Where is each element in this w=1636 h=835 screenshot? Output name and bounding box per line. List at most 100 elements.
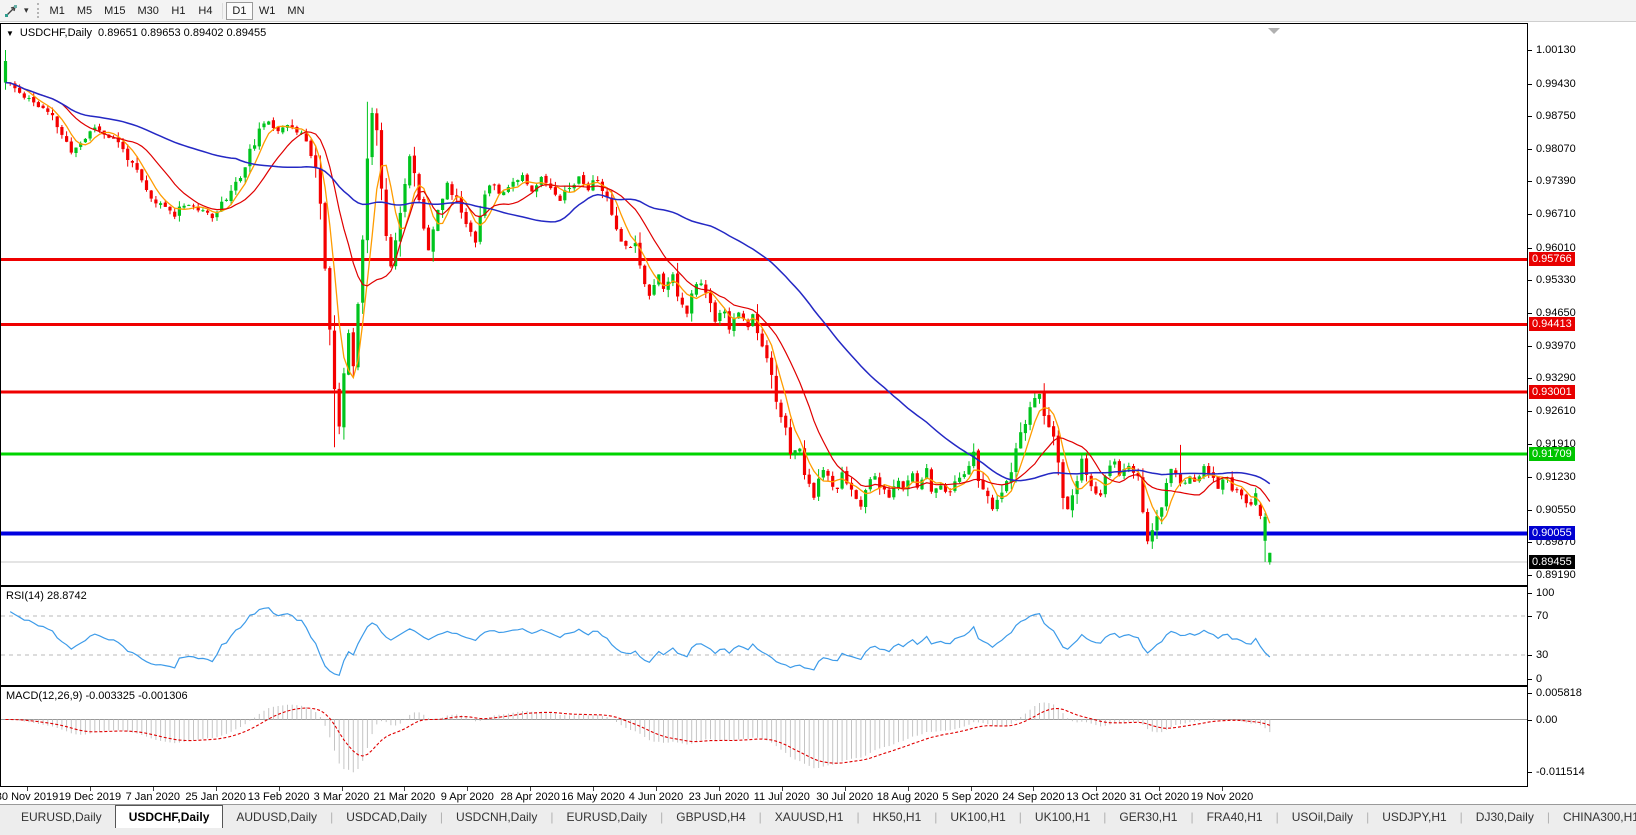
chart-tab-USDCAD-Daily[interactable]: USDCAD,Daily — [333, 805, 440, 828]
macd-canvas[interactable] — [1, 687, 1527, 786]
candle-body — [1155, 516, 1158, 530]
timeframe-button-D1[interactable]: D1 — [226, 2, 253, 20]
candle-body — [714, 302, 717, 321]
candle-body — [1268, 553, 1271, 562]
crosshair-tool-icon[interactable] — [4, 3, 19, 18]
candle-body — [46, 108, 49, 112]
rsi-0-tick — [1528, 679, 1532, 680]
chart-tab-HK50-H1[interactable]: HK50,H1 — [860, 805, 935, 828]
date-label-31-Oct-2020: 31 Oct 2020 — [1129, 791, 1189, 803]
candle-body — [512, 182, 515, 187]
candle-body — [98, 126, 101, 130]
chart-tab-EURUSD-Daily[interactable]: EURUSD,Daily — [8, 805, 115, 828]
candle-body — [1108, 466, 1111, 476]
timeframe-button-H4[interactable]: H4 — [192, 2, 219, 20]
chart-tab-EURUSD-Daily[interactable]: EURUSD,Daily — [553, 805, 660, 828]
candle-body — [610, 198, 613, 215]
timeframe-button-M15[interactable]: M15 — [98, 2, 131, 20]
candle-body — [89, 131, 92, 138]
chart-tab-GBPUSD-H4[interactable]: GBPUSD,H4 — [663, 805, 758, 828]
candle-body — [1170, 469, 1173, 483]
timeframe-button-M30[interactable]: M30 — [132, 2, 165, 20]
chart-tab-AUDUSD-Daily[interactable]: AUDUSD,Daily — [223, 805, 330, 828]
candle-body — [935, 488, 938, 492]
price-0.97390-tick — [1528, 181, 1532, 182]
rsi-100-tick — [1528, 593, 1532, 594]
candle-body — [1038, 394, 1041, 399]
chart-tool-group[interactable]: ▾ — [2, 3, 34, 18]
chart-tab-USDCNH-Daily[interactable]: USDCNH,Daily — [443, 805, 550, 828]
candle-body — [963, 474, 966, 477]
macd-indicator-panel[interactable]: MACD(12,26,9) -0.003325 -0.001306 — [0, 686, 1528, 787]
candle-body — [977, 451, 980, 482]
candle-body — [1071, 495, 1074, 510]
chart-tab-USDCHF-Daily[interactable]: USDCHF,Daily — [115, 805, 224, 828]
candle-body — [1165, 483, 1168, 506]
chart-tab-FRA40-H1[interactable]: FRA40,H1 — [1194, 805, 1276, 828]
candle-body — [822, 470, 825, 478]
date-axis[interactable]: 30 Nov 201919 Dec 20197 Jan 202025 Jan 2… — [0, 787, 1636, 804]
collapse-arrow-icon[interactable]: ▼ — [6, 29, 14, 38]
candle-body — [620, 229, 623, 242]
candle-body — [1024, 424, 1027, 433]
timeframe-button-W1[interactable]: W1 — [253, 2, 282, 20]
chart-tab-USDJPY-H1[interactable]: USDJPY,H1 — [1369, 805, 1459, 828]
main-chart-panel[interactable]: ▼ USDCHF,Daily 0.89651 0.89653 0.89402 0… — [0, 23, 1528, 586]
candle-body — [709, 293, 712, 303]
chart-tab-GER30-H1[interactable]: GER30,H1 — [1106, 805, 1190, 828]
candle-body — [140, 169, 143, 180]
candle-body — [51, 113, 54, 115]
candle-body — [380, 130, 383, 189]
timeframe-button-M1[interactable]: M1 — [44, 2, 71, 20]
rsi-scale-label: 30 — [1536, 649, 1548, 661]
price-tick-label: 0.95330 — [1536, 274, 1576, 286]
price-level-label-0.90055: 0.90055 — [1529, 526, 1575, 540]
candle-body — [408, 156, 411, 185]
candle-body — [986, 491, 989, 496]
candle-body — [469, 223, 472, 232]
chart-tab-UK100-H1[interactable]: UK100,H1 — [1022, 805, 1103, 828]
candle-body — [497, 185, 500, 194]
rsi-indicator-panel[interactable]: RSI(14) 28.8742 — [0, 586, 1528, 686]
chart-tab-USOil-Daily[interactable]: USOil,Daily — [1279, 805, 1366, 828]
candle-body — [859, 500, 862, 507]
price-chart-canvas[interactable] — [1, 24, 1527, 585]
candle-body — [1240, 490, 1243, 496]
rsi-line — [10, 608, 1270, 676]
candle-body — [1057, 436, 1060, 463]
candle-body — [131, 161, 134, 163]
rsi-canvas[interactable] — [1, 587, 1527, 685]
date-label-23-Jun-2020: 23 Jun 2020 — [689, 791, 750, 803]
chart-tab-DJ30-Daily[interactable]: DJ30,Daily — [1463, 805, 1547, 828]
price-0.98750-tick — [1528, 116, 1532, 117]
price-tick-label: 0.90550 — [1536, 504, 1576, 516]
timeframe-button-M5[interactable]: M5 — [71, 2, 98, 20]
horizontal-level-lines[interactable] — [1, 259, 1527, 562]
chart-tab-XAUUSD-H1[interactable]: XAUUSD,H1 — [762, 805, 857, 828]
candle-body — [1005, 481, 1008, 491]
candle-body — [559, 196, 562, 201]
candle-body — [1259, 505, 1262, 516]
candle-body — [168, 207, 171, 211]
chevron-down-icon[interactable]: ▾ — [21, 5, 32, 16]
timeframe-button-MN[interactable]: MN — [281, 2, 310, 20]
candle-body — [305, 133, 308, 141]
candle-body — [1235, 489, 1238, 490]
candle-body — [897, 481, 900, 488]
candle-body — [779, 403, 782, 417]
candle-body — [502, 192, 505, 195]
chart-tab-CHINA300-H1[interactable]: CHINA300,H1 — [1550, 805, 1636, 828]
candle-body — [718, 313, 721, 321]
macd-label: MACD(12,26,9) -0.003325 -0.001306 — [6, 690, 188, 702]
candle-body — [413, 156, 416, 174]
toolbar-grip[interactable] — [37, 3, 39, 18]
candle-body — [982, 480, 985, 489]
candle-body — [281, 128, 284, 133]
candle-body — [403, 184, 406, 212]
timeframe-button-H1[interactable]: H1 — [165, 2, 192, 20]
candle-body — [1217, 477, 1220, 489]
price-level-label-0.94413: 0.94413 — [1529, 317, 1575, 331]
candle-body — [234, 182, 237, 191]
price-axis[interactable]: 1.001300.994300.987500.980700.973900.967… — [1528, 23, 1636, 787]
chart-tab-UK100-H1[interactable]: UK100,H1 — [937, 805, 1018, 828]
